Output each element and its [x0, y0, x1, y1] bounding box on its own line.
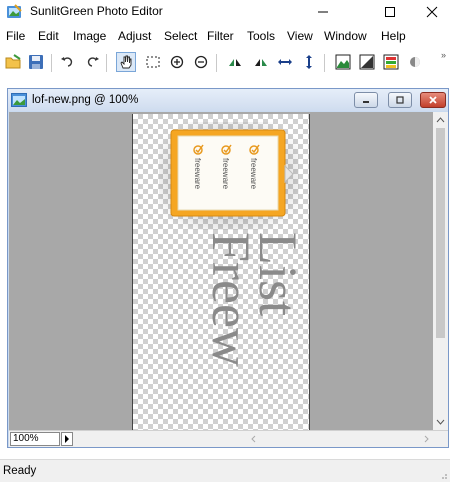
- menu-window[interactable]: Window: [324, 29, 367, 43]
- menu-image[interactable]: Image: [73, 29, 106, 43]
- menu-select[interactable]: Select: [164, 29, 197, 43]
- scroll-left-icon[interactable]: [251, 435, 256, 443]
- toolbar-separator: [51, 54, 52, 72]
- rect-select-button[interactable]: [143, 52, 163, 72]
- flip-vertical-icon: [229, 59, 241, 66]
- resize-width-icon: [278, 59, 292, 65]
- menu-view[interactable]: View: [287, 29, 313, 43]
- menu-edit[interactable]: Edit: [38, 29, 59, 43]
- image-adjust-icon: [335, 54, 351, 70]
- title-bar: SunlitGreen Photo Editor: [0, 0, 450, 24]
- toolbar-separator: [106, 54, 107, 72]
- document-window: lof-new.png @ 100% freeware freeware fre…: [7, 88, 449, 448]
- zoom-in-button[interactable]: [167, 52, 187, 72]
- menu-bar: File Edit Image Adjust Select Filter Too…: [0, 24, 450, 48]
- zoom-level-field[interactable]: 100%: [10, 432, 60, 446]
- document-icon: [11, 93, 27, 107]
- resize-height-icon: [306, 55, 312, 69]
- minimize-icon: [318, 11, 328, 13]
- vertical-scrollbar[interactable]: [433, 112, 448, 430]
- rect-select-icon: [146, 56, 160, 68]
- vertical-scroll-thumb[interactable]: [436, 128, 445, 338]
- zoom-arrow-button[interactable]: [61, 432, 73, 446]
- app-icon: [7, 4, 22, 18]
- flip-horizontal-icon: [255, 59, 267, 66]
- maximize-button[interactable]: [370, 0, 410, 24]
- scroll-up-icon[interactable]: [433, 114, 448, 126]
- color-palette-icon: [383, 54, 399, 70]
- image-adjust-button[interactable]: [333, 52, 353, 72]
- document-maximize-button[interactable]: [388, 92, 412, 108]
- maximize-icon: [396, 96, 404, 104]
- resize-grip-icon[interactable]: [440, 472, 448, 480]
- image-label-1: freeware: [193, 158, 202, 190]
- toolbar-separator: [216, 54, 217, 72]
- status-text: Ready: [3, 465, 37, 477]
- document-minimize-button[interactable]: [354, 92, 378, 108]
- brightness-button[interactable]: [405, 52, 425, 72]
- scroll-down-icon[interactable]: [433, 416, 448, 428]
- menu-filter[interactable]: Filter: [207, 29, 234, 43]
- menu-file[interactable]: File: [6, 29, 25, 43]
- toolbar-separator: [324, 54, 325, 72]
- flip-horizontal-button[interactable]: [251, 52, 271, 72]
- image-content: freeware freeware freeware List Freew: [159, 122, 308, 367]
- horizontal-scrollbar[interactable]: [75, 431, 433, 447]
- caret-right-icon: [65, 435, 69, 443]
- zoom-out-button[interactable]: [191, 52, 211, 72]
- document-title: lof-new.png @ 100%: [32, 94, 139, 106]
- undo-icon: [61, 57, 73, 67]
- levels-button[interactable]: [357, 52, 377, 72]
- menu-tools[interactable]: Tools: [247, 29, 275, 43]
- minimize-button[interactable]: [303, 0, 343, 24]
- close-button[interactable]: [412, 0, 450, 24]
- image-label-3: freeware: [249, 158, 258, 190]
- hand-pan-icon: [120, 55, 132, 69]
- open-button[interactable]: [4, 52, 24, 72]
- hand-pan-button[interactable]: [116, 52, 136, 72]
- image-label-2: freeware: [221, 158, 230, 190]
- save-icon: [29, 55, 43, 69]
- open-icon: [5, 54, 21, 69]
- redo-icon: [87, 57, 99, 67]
- document-title-bar: lof-new.png @ 100%: [8, 89, 448, 111]
- document-bottom-strip: 100%: [9, 430, 448, 447]
- levels-icon: [359, 54, 375, 70]
- canvas-area[interactable]: freeware freeware freeware List Freew: [9, 112, 433, 430]
- image-big-text-freew: Freew: [201, 232, 261, 367]
- menu-help[interactable]: Help: [381, 29, 406, 43]
- maximize-icon: [385, 7, 395, 17]
- flip-vertical-button[interactable]: [225, 52, 245, 72]
- status-bar: Ready: [0, 459, 450, 482]
- close-icon: [429, 96, 437, 104]
- menu-adjust[interactable]: Adjust: [118, 29, 151, 43]
- resize-width-button[interactable]: [275, 52, 295, 72]
- toolbar-overflow-chevron[interactable]: »: [441, 50, 446, 60]
- undo-button[interactable]: [58, 52, 78, 72]
- color-palette-button[interactable]: [381, 52, 401, 72]
- close-icon: [426, 6, 438, 18]
- window-title: SunlitGreen Photo Editor: [30, 4, 163, 18]
- document-close-button[interactable]: [420, 92, 446, 108]
- minimize-icon: [363, 101, 369, 103]
- save-button[interactable]: [26, 52, 46, 72]
- scroll-right-icon[interactable]: [424, 435, 429, 443]
- horizontal-scroll-arrows: [251, 435, 429, 443]
- resize-height-button[interactable]: [299, 52, 319, 72]
- zoom-out-icon: [194, 55, 208, 69]
- brightness-icon: [410, 57, 420, 67]
- toolbar: »: [0, 48, 450, 78]
- redo-button[interactable]: [82, 52, 102, 72]
- image-canvas[interactable]: freeware freeware freeware List Freew: [132, 114, 310, 430]
- zoom-in-icon: [170, 55, 184, 69]
